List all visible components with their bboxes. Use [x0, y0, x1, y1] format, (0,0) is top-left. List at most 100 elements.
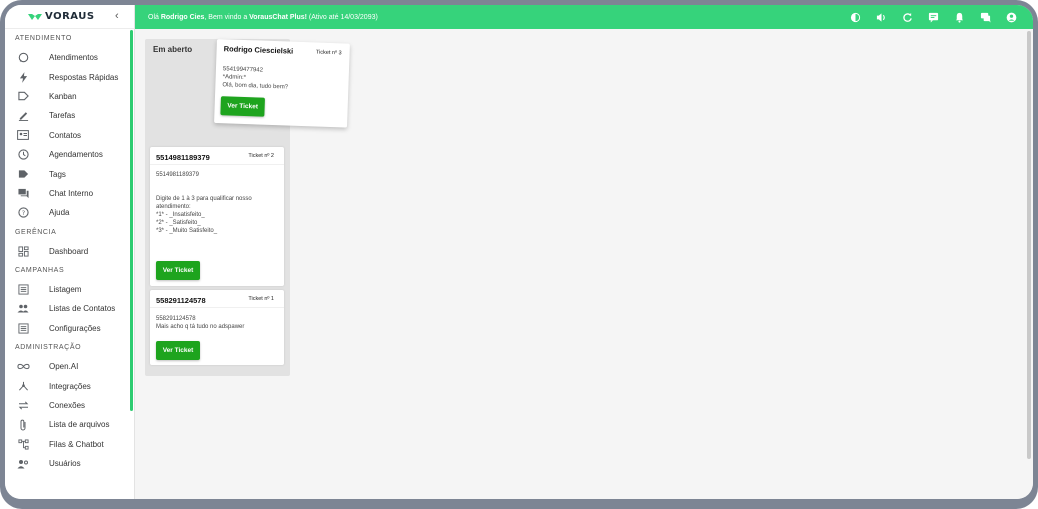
sidebar-item-label: Lista de arquivos	[49, 420, 110, 430]
sidebar-item-label: Tarefas	[49, 111, 76, 121]
card-divider	[150, 307, 284, 308]
ticket-card[interactable]: 558291124578 Ticket nº 1 558291124578 Ma…	[150, 290, 284, 365]
sidebar-item-label: Usuários	[49, 459, 81, 469]
chevron-left-icon[interactable]: ‹	[115, 11, 119, 22]
label-icon	[16, 91, 30, 101]
sidebar-item-label: Filas & Chatbot	[49, 439, 104, 449]
greeting-suffix: (Ativo até 14/03/2093)	[306, 13, 378, 21]
app-screen: VORAUS ‹ ATENDIMENTO Atendimentos Resposta…	[5, 5, 1033, 499]
sidebar-item-chat-interno[interactable]: Chat Interno	[5, 184, 134, 203]
sidebar-item-tags[interactable]: Tags	[5, 164, 134, 183]
dashboard-icon	[16, 246, 30, 257]
sidebar-section-title: CAMPANHAS	[15, 266, 65, 274]
clock-icon	[16, 149, 30, 160]
ticket-number: Ticket nº 3	[315, 49, 342, 57]
sidebar-item-contatos[interactable]: Contatos	[5, 126, 134, 145]
sidebar-item-label: Integrações	[49, 381, 91, 391]
sidebar-item-label: Tags	[49, 169, 66, 179]
ticket-contact: 558291124578	[156, 296, 206, 305]
sidebar-item-label: Conexões	[49, 401, 86, 411]
logo-text: VORAUS	[45, 11, 95, 22]
sync-alt-icon	[16, 401, 30, 410]
greeting-user: Rodrigo Cies	[160, 13, 205, 21]
dark-mode-icon[interactable]	[848, 10, 863, 25]
sidebar-item-label: Open.AI	[49, 362, 79, 372]
logo-icon	[28, 13, 42, 21]
sidebar-item-integracoes[interactable]: Integrações	[5, 376, 134, 395]
notifications-icon[interactable]	[952, 10, 967, 25]
svg-text:?: ?	[21, 209, 24, 217]
sidebar-item-agendamentos[interactable]: Agendamentos	[5, 145, 134, 164]
view-ticket-button[interactable]: Ver Ticket	[156, 261, 200, 280]
sidebar-section-title: ATENDIMENTO	[15, 35, 72, 42]
dragging-ticket-card[interactable]: Rodrigo Ciescielski Ticket nº 3 55419947…	[214, 39, 350, 128]
main-scrollbar[interactable]	[1027, 31, 1031, 459]
sidebar-item-label: Contatos	[49, 130, 82, 140]
sidebar-item-tarefas[interactable]: Tarefas	[5, 106, 134, 125]
forum-icon	[16, 188, 30, 199]
welcome-message: Olá Rodrigo Cies, Bem vindo a VorausChat…	[135, 14, 378, 21]
list-settings-icon	[16, 323, 30, 334]
sidebar-item-filas-chatbot[interactable]: Filas & Chatbot	[5, 435, 134, 454]
announcement-icon[interactable]	[926, 10, 941, 25]
ticket-card[interactable]: 5514981189379 Ticket nº 2 5514981189379 …	[150, 147, 284, 286]
ticket-message: 554199477942 *Admin:* Olá, bom dia, tudo…	[222, 66, 289, 91]
chat-icon[interactable]	[978, 10, 993, 25]
greeting-product: VorausChat Plus!	[249, 13, 307, 21]
sidebar-item-ajuda[interactable]: ? Ajuda	[5, 203, 134, 222]
sidebar-item-label: Agendamentos	[49, 150, 103, 160]
attach-icon	[16, 419, 30, 431]
users-icon	[16, 459, 30, 469]
contact-card-icon	[16, 130, 30, 141]
view-ticket-button[interactable]: Ver Ticket	[156, 341, 200, 360]
ticket-message: 5514981189379 Digite de 1 à 3 para quali…	[156, 172, 252, 234]
account-icon[interactable]	[1004, 10, 1019, 25]
kanban-board: Em aberto 5514981189379 Ticket nº 2 5514…	[135, 29, 1033, 499]
hub-icon	[16, 381, 30, 392]
sidebar-item-label: Ajuda	[49, 208, 70, 218]
sidebar-item-listagem[interactable]: Listagem	[5, 280, 134, 299]
whatsapp-icon	[16, 52, 30, 63]
ticket-contact: 5514981189379	[156, 153, 210, 162]
ticket-contact: Rodrigo Ciescielski	[223, 44, 294, 56]
sidebar-item-dashboard[interactable]: Dashboard	[5, 242, 134, 261]
help-icon: ?	[16, 207, 30, 218]
ticket-number: Ticket nº 2	[248, 153, 274, 159]
sidebar: VORAUS ‹ ATENDIMENTO Atendimentos Resposta…	[5, 5, 135, 499]
sidebar-item-open-ai[interactable]: Open.AI	[5, 357, 134, 376]
pencil-icon	[16, 110, 30, 122]
tag-icon	[16, 169, 30, 179]
sidebar-nav: ATENDIMENTO Atendimentos Respostas Rápidas…	[5, 29, 134, 473]
topbar-actions	[848, 5, 1019, 29]
lane-title: Em aberto	[153, 45, 193, 54]
volume-icon[interactable]	[874, 10, 889, 25]
sidebar-item-kanban[interactable]: Kanban	[5, 87, 134, 106]
sidebar-item-respostas-rapidas[interactable]: Respostas Rápidas	[5, 67, 134, 86]
sidebar-item-label: Listas de Contatos	[49, 304, 116, 314]
refresh-icon[interactable]	[900, 10, 915, 25]
sidebar-item-label: Configurações	[49, 323, 101, 333]
sidebar-item-lista-de-arquivos[interactable]: Lista de arquivos	[5, 415, 134, 434]
sidebar-item-configuracoes[interactable]: Configurações	[5, 319, 134, 338]
device-frame: VORAUS ‹ ATENDIMENTO Atendimentos Resposta…	[0, 0, 1038, 509]
sidebar-item-atendimentos[interactable]: Atendimentos	[5, 48, 134, 67]
people-icon	[16, 304, 30, 313]
sidebar-item-usuarios[interactable]: Usuários	[5, 454, 134, 473]
sidebar-item-conexoes[interactable]: Conexões	[5, 396, 134, 415]
infinity-icon	[16, 363, 30, 370]
account-tree-icon	[16, 439, 30, 450]
top-bar: Olá Rodrigo Cies, Bem vindo a VorausChat…	[135, 5, 1033, 29]
sidebar-item-label: Kanban	[49, 91, 77, 101]
sidebar-item-label: Respostas Rápidas	[49, 72, 119, 82]
sidebar-item-listas-de-contatos[interactable]: Listas de Contatos	[5, 299, 134, 318]
sidebar-item-label: Dashboard	[49, 246, 89, 256]
greeting-mid: , Bem vindo a	[204, 13, 250, 21]
sidebar-item-label: Listagem	[49, 285, 82, 295]
card-divider	[150, 164, 284, 165]
sidebar-scrollbar[interactable]	[130, 30, 133, 411]
sidebar-item-label: Atendimentos	[49, 53, 98, 63]
sidebar-item-label: Chat Interno	[49, 188, 94, 198]
view-ticket-button[interactable]: Ver Ticket	[220, 96, 265, 117]
sidebar-section-title: GERÊNCIA	[15, 228, 57, 236]
ticket-message: 558291124578 Mais acho q tá tudo no adsp…	[156, 316, 245, 330]
